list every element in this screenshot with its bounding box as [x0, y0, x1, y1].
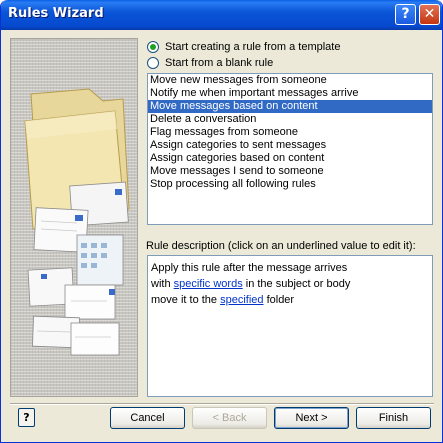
close-icon: ✕	[423, 6, 436, 22]
wizard-illustration	[10, 38, 138, 397]
radio-template[interactable]	[147, 40, 159, 53]
list-item[interactable]: Assign categories based on content	[148, 152, 432, 165]
finish-button[interactable]: Finish	[356, 407, 431, 429]
back-button[interactable]: < Back	[192, 407, 267, 429]
list-item[interactable]: Delete a conversation	[148, 113, 432, 126]
description-line-2: with specific words in the subject or bo…	[151, 276, 429, 292]
close-button[interactable]: ✕	[419, 4, 440, 25]
list-item[interactable]: Notify me when important messages arrive	[148, 87, 432, 100]
description-text: in the subject or body	[242, 278, 351, 290]
list-item[interactable]: Assign categories to sent messages	[148, 139, 432, 152]
list-item[interactable]: Move messages I send to someone	[148, 165, 432, 178]
radio-blank[interactable]	[147, 56, 159, 69]
specified-folder-link[interactable]: specified	[220, 294, 263, 306]
help-title-button[interactable]: ?	[395, 4, 416, 25]
list-item-selected[interactable]: Move messages based on content	[148, 100, 432, 113]
description-line-1: Apply this rule after the message arrive…	[151, 262, 348, 274]
description-text: with	[151, 278, 174, 290]
question-icon: ?	[401, 6, 410, 22]
help-button[interactable]: ?	[18, 408, 35, 427]
help-icon: ?	[23, 411, 30, 424]
rules-wizard-window: Rules Wizard ? ✕ Start creating a rule f…	[0, 0, 443, 443]
next-button[interactable]: Next >	[274, 407, 349, 429]
list-item[interactable]: Flag messages from someone	[148, 126, 432, 139]
template-list[interactable]: Move new messages from someone Notify me…	[147, 73, 433, 225]
option-blank-rule-label: Start from a blank rule	[165, 56, 274, 69]
option-blank-rule[interactable]: Start from a blank rule	[147, 55, 273, 70]
window-title: Rules Wizard	[8, 6, 104, 21]
option-from-template-label: Start creating a rule from a template	[165, 40, 341, 53]
rule-description-box: Apply this rule after the message arrive…	[147, 255, 433, 397]
option-from-template[interactable]: Start creating a rule from a template	[147, 39, 340, 54]
rule-description-label: Rule description (click on an underlined…	[146, 240, 416, 252]
cancel-button[interactable]: Cancel	[110, 407, 185, 429]
description-text: folder	[263, 294, 295, 306]
folder-and-envelopes-image	[24, 88, 130, 356]
list-item[interactable]: Move new messages from someone	[148, 74, 432, 87]
title-bar[interactable]: Rules Wizard ? ✕	[1, 0, 442, 30]
separator	[10, 403, 434, 405]
list-item[interactable]: Stop processing all following rules	[148, 178, 432, 191]
specific-words-link[interactable]: specific words	[174, 278, 243, 290]
description-text: move it to the	[151, 294, 221, 306]
description-line-3: move it to the specified folder	[151, 292, 429, 308]
